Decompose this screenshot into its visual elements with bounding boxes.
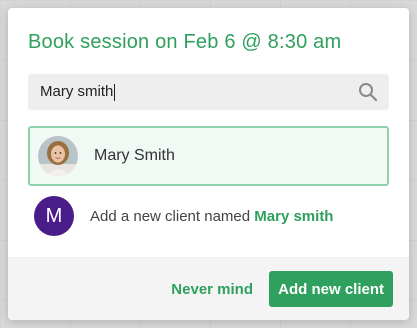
client-result-mary-smith[interactable]: Mary Smith xyxy=(28,126,389,186)
never-mind-button[interactable]: Never mind xyxy=(171,277,253,302)
dialog-footer: Never mind Add new client xyxy=(8,257,409,320)
avatar xyxy=(38,136,78,176)
text-caret xyxy=(114,83,116,101)
search-input-value: Mary smith xyxy=(40,83,114,100)
search-icon[interactable] xyxy=(357,81,379,103)
add-new-client-prefix: Add a new client named xyxy=(90,207,255,225)
new-client-avatar: M xyxy=(34,196,74,236)
search-input[interactable]: Mary smith xyxy=(40,82,357,102)
client-name: Mary Smith xyxy=(94,147,175,164)
client-search-box[interactable]: Mary smith xyxy=(28,74,389,110)
book-session-dialog: Book session on Feb 6 @ 8:30 am Mary smi… xyxy=(8,8,409,320)
add-new-client-text: Add a new client named Mary smith xyxy=(90,208,333,225)
add-new-client-option[interactable]: M Add a new client named Mary smith xyxy=(28,194,389,238)
dialog-title: Book session on Feb 6 @ 8:30 am xyxy=(28,31,342,53)
new-client-name: Mary smith xyxy=(254,207,334,225)
add-new-client-button[interactable]: Add new client xyxy=(269,271,393,307)
